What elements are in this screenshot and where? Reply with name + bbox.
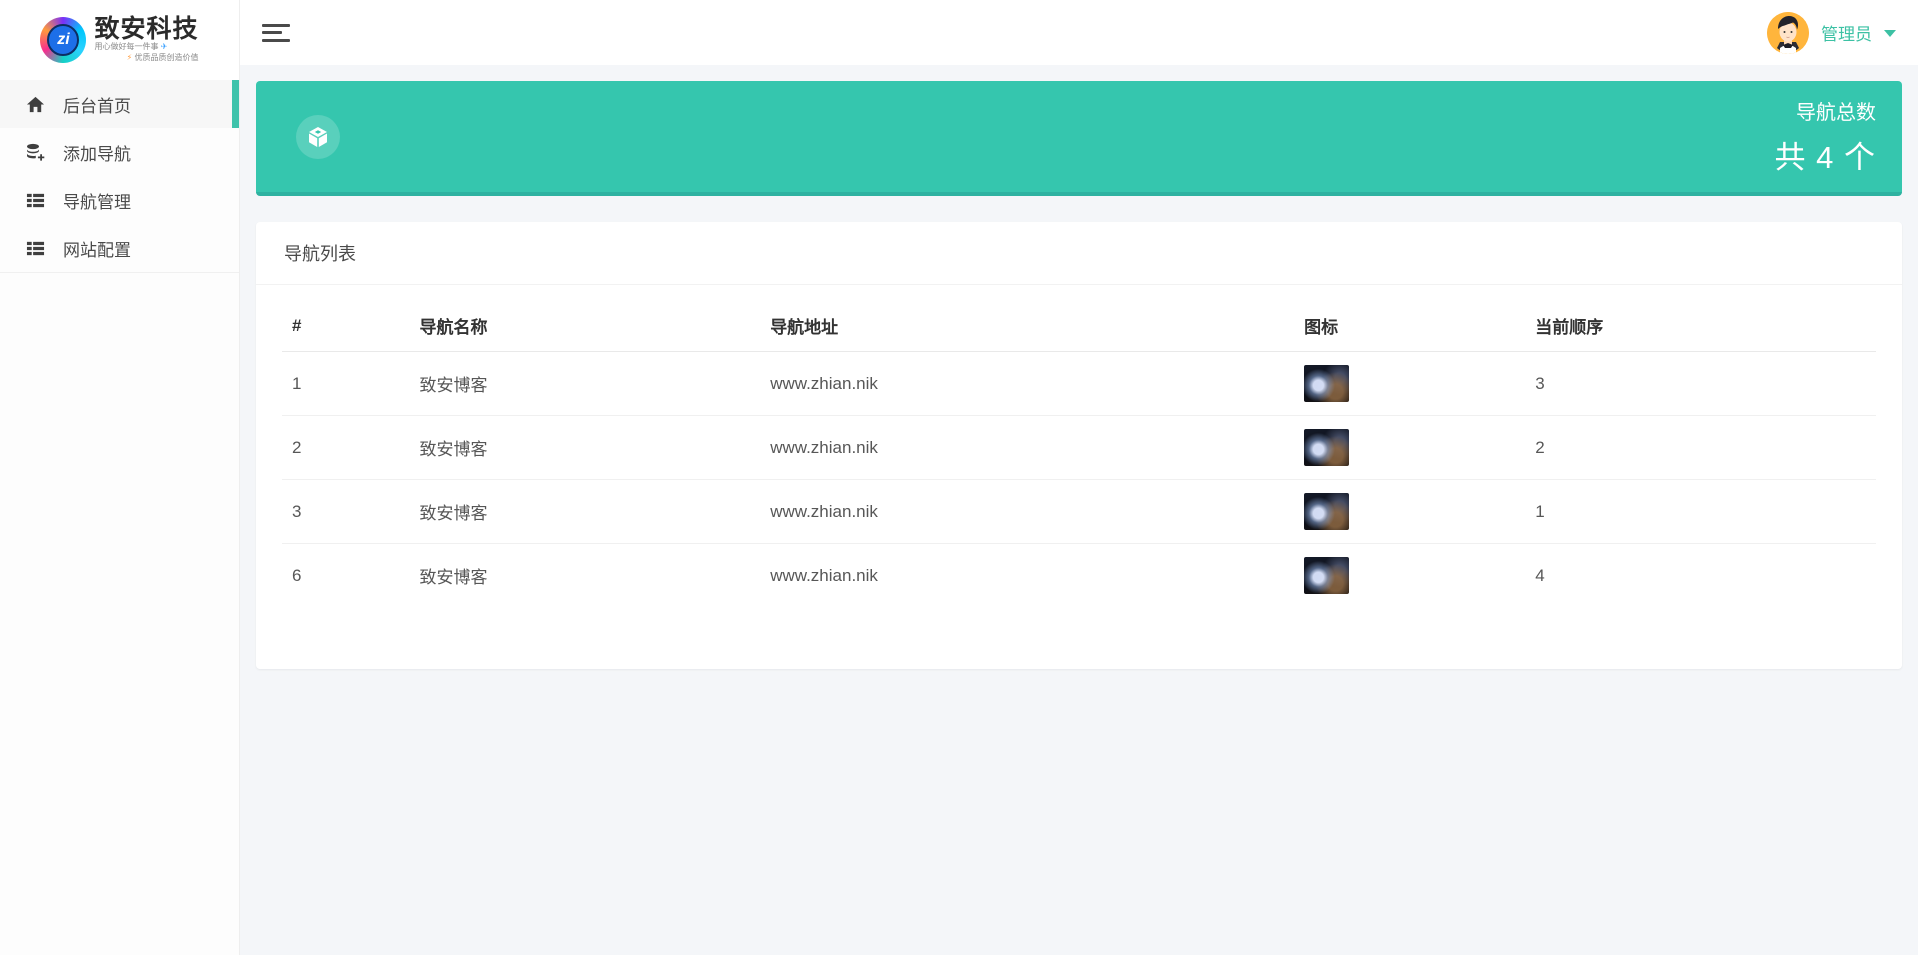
- sidebar-item-label: 导航管理: [63, 192, 131, 212]
- cell-url: www.zhian.nik: [760, 415, 1295, 480]
- brand-tagline-2: ⚡ 优质品质创造价值: [126, 53, 199, 63]
- column-header-icon: 图标: [1294, 293, 1526, 352]
- cell-url: www.zhian.nik: [760, 479, 1295, 544]
- nav-manage-icon: [25, 190, 45, 210]
- user-name: 管理员: [1821, 25, 1872, 44]
- user-dropdown[interactable]: 管理员: [1767, 11, 1896, 54]
- sidebar-nav: 后台首页 添加导航 导航管理 网站配置: [0, 80, 239, 273]
- banner-label: 导航总数: [1796, 102, 1876, 124]
- column-header-id: #: [282, 293, 410, 352]
- cell-name: 致安博客: [419, 376, 488, 395]
- nav-icon-thumbnail: [1304, 365, 1350, 402]
- nav-icon-thumbnail: [1304, 429, 1350, 466]
- sidebar-item-label: 网站配置: [63, 240, 131, 260]
- brand-title: 致安科技: [94, 15, 199, 44]
- cell-order: 4: [1525, 543, 1876, 607]
- sidebar-item-nav-manage[interactable]: 导航管理: [0, 176, 239, 224]
- cube-icon: [296, 114, 340, 159]
- table-row: 3 致安博客 www.zhian.nik 1: [282, 479, 1876, 544]
- brand-logo: zi 致安科技 用心做好每一件事 ✈ ⚡ 优质品质创造价值: [0, 0, 239, 80]
- cell-name: 致安博客: [409, 415, 761, 480]
- cell-id: 6: [282, 543, 410, 607]
- table-row: 2 致安博客 www.zhian.nik 2: [282, 415, 1876, 480]
- cell-id: 3: [282, 479, 410, 544]
- sidebar-item-site-config[interactable]: 网站配置: [0, 224, 239, 272]
- brand-logo-icon: zi: [40, 17, 87, 63]
- nav-total-banner: 导航总数 共 4 个: [256, 81, 1902, 196]
- sidebar-item-label: 添加导航: [63, 144, 131, 164]
- table-row: 1 致安博客 www.zhian.nik 3: [282, 352, 1876, 416]
- cell-name: 致安博客: [409, 543, 761, 607]
- menu-toggle-icon[interactable]: [262, 22, 292, 44]
- cell-id: 2: [282, 415, 410, 480]
- nav-list-card: 导航列表 # 导航名称 导航地址 图标 当前顺序 1 致安博客 www.zhia…: [256, 222, 1902, 669]
- nav-table: # 导航名称 导航地址 图标 当前顺序 1 致安博客 www.zhian.nik…: [282, 293, 1876, 607]
- bolt-icon: ⚡: [126, 53, 133, 63]
- cell-order: 2: [1525, 415, 1876, 480]
- cell-url: www.zhian.nik: [760, 543, 1295, 607]
- table-row: 6 致安博客 www.zhian.nik 4: [282, 543, 1876, 607]
- top-header: 管理员: [240, 0, 1918, 65]
- active-indicator: [232, 80, 239, 128]
- sidebar: zi 致安科技 用心做好每一件事 ✈ ⚡ 优质品质创造价值 后台首页 添加导航 …: [0, 0, 240, 955]
- table-header-row: # 导航名称 导航地址 图标 当前顺序: [282, 293, 1876, 352]
- chevron-down-icon: [1884, 30, 1896, 37]
- site-config-icon: [25, 238, 45, 258]
- cell-url: www.zhian.nik: [770, 373, 878, 393]
- brand-badge-text: zi: [47, 24, 80, 56]
- home-icon: [25, 94, 45, 114]
- nav-icon-thumbnail: [1304, 557, 1350, 594]
- column-header-order: 当前顺序: [1525, 293, 1876, 352]
- plane-icon: ✈: [160, 42, 168, 52]
- cell-order: 3: [1535, 373, 1545, 393]
- card-title: 导航列表: [256, 222, 1902, 285]
- column-header-name: 导航名称: [409, 293, 761, 352]
- main-content: 导航总数 共 4 个 导航列表 # 导航名称 导航地址 图标 当前顺序 1 致安…: [240, 65, 1918, 955]
- sidebar-item-label: 后台首页: [63, 96, 131, 116]
- sidebar-item-add-nav[interactable]: 添加导航: [0, 128, 239, 176]
- cell-id: 1: [292, 373, 302, 393]
- brand-tagline-1: 用心做好每一件事 ✈: [94, 42, 168, 52]
- add-nav-icon: [25, 142, 45, 162]
- nav-icon-thumbnail: [1304, 493, 1350, 530]
- cell-name: 致安博客: [409, 479, 761, 544]
- sidebar-item-dashboard[interactable]: 后台首页: [0, 80, 239, 128]
- cell-order: 1: [1525, 479, 1876, 544]
- column-header-url: 导航地址: [760, 293, 1295, 352]
- banner-count: 共 4 个: [1774, 140, 1876, 175]
- avatar: [1767, 11, 1809, 54]
